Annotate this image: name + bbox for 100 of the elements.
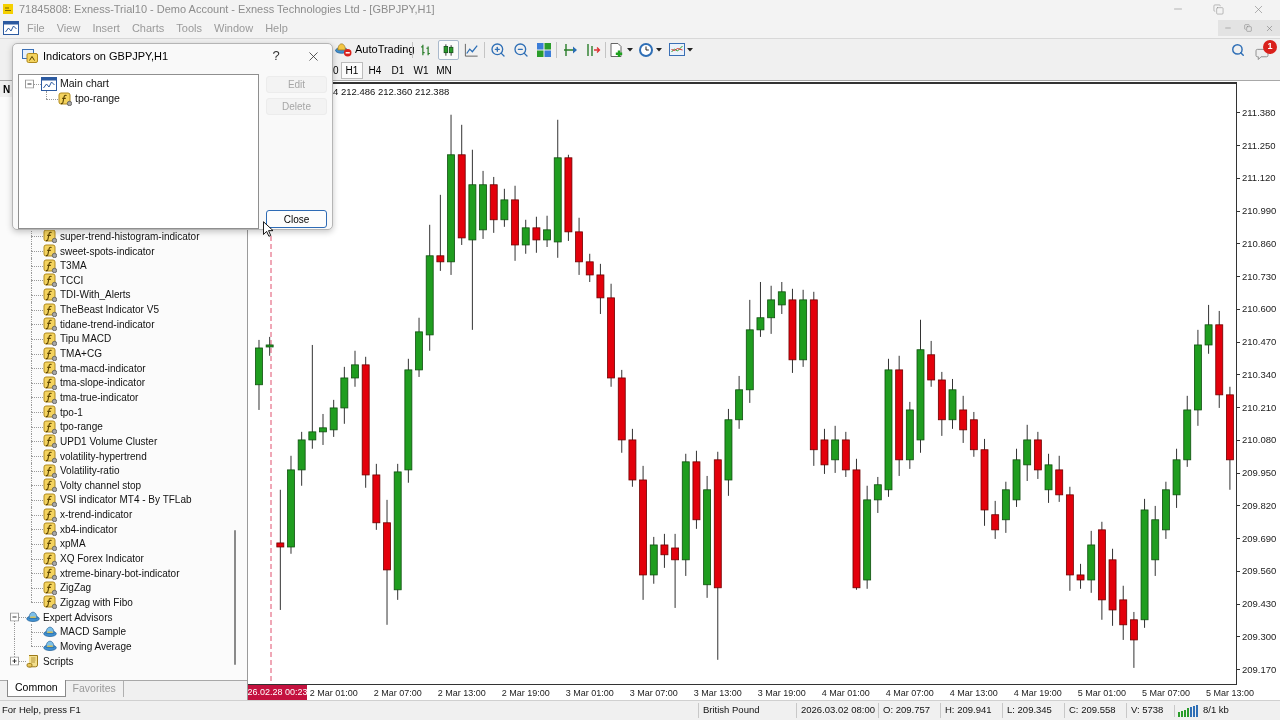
time-label: 4 Mar 19:00: [1012, 687, 1063, 700]
caret-icon[interactable]: [687, 47, 693, 52]
tree-item[interactable]: tpo-1: [60, 404, 83, 420]
time-label: 3 Mar 13:00: [692, 687, 743, 700]
tree-item[interactable]: VSI indicator MT4 - By TFLab: [60, 492, 192, 508]
scrollbar-thumb[interactable]: [234, 530, 236, 665]
tree-item[interactable]: xtreme-binary-bot-indicator: [60, 565, 180, 581]
function-tile-icon: [43, 302, 57, 317]
tree-item[interactable]: Moving Average: [60, 638, 132, 654]
tree-item[interactable]: MACD Sample: [60, 624, 127, 640]
tree-item[interactable]: tpo-range: [60, 419, 103, 435]
tree-item[interactable]: ZigZag: [60, 580, 92, 596]
rising-candle: [351, 350, 359, 388]
document-plus-icon[interactable]: [609, 41, 625, 58]
chart-window-icon: [3, 21, 19, 35]
collapse-box-icon[interactable]: [10, 612, 19, 622]
rising-candle: [1001, 481, 1010, 534]
tree-item[interactable]: volatility-hypertrend: [60, 448, 147, 464]
caret-icon[interactable]: [627, 47, 633, 52]
tree-item[interactable]: T3MA: [60, 258, 87, 274]
close-price: C: 209.558: [1064, 703, 1126, 718]
tree-item[interactable]: tpo-range: [75, 90, 120, 107]
tree-item[interactable]: TCCI: [60, 272, 84, 288]
time-label: 5 Mar 13:00: [1204, 687, 1255, 700]
tree-item[interactable]: tidane-trend-indicator: [60, 316, 155, 332]
collapse-box-icon[interactable]: [25, 79, 34, 88]
falling-candle: [969, 411, 978, 458]
rising-candle: [831, 425, 840, 474]
function-tile-icon: [43, 566, 57, 581]
falling-candle: [1033, 431, 1042, 480]
function-tile-icon: [43, 492, 57, 507]
falling-candle: [1119, 585, 1128, 641]
function-tile-icon: [58, 91, 72, 106]
tree-item[interactable]: Expert Advisors: [43, 609, 113, 625]
falling-candle: [959, 395, 968, 444]
price-label: 210.340: [1242, 367, 1277, 382]
period-button[interactable]: D1: [387, 61, 409, 79]
tree-item[interactable]: tma-slope-indicator: [60, 375, 146, 391]
tree-item[interactable]: Zigzag with Fibo: [60, 594, 133, 610]
falling-candle: [596, 263, 605, 315]
zoom-out-icon[interactable]: [512, 41, 529, 58]
price-label: 210.860: [1242, 236, 1277, 251]
window-chart-icon[interactable]: [669, 41, 685, 58]
function-tile-icon: [43, 244, 57, 259]
falling-candle: [628, 428, 637, 488]
traffic-rate: 8/1 kb: [1202, 703, 1229, 718]
tree-item[interactable]: Volty channel stop: [60, 477, 142, 493]
tree-item[interactable]: x-trend-indicator: [60, 507, 133, 523]
falling-candle: [532, 216, 541, 254]
price-label: 209.430: [1242, 597, 1277, 611]
rising-candle: [1023, 424, 1032, 482]
function-tile-icon: [43, 580, 57, 595]
period-button[interactable]: W1: [410, 61, 432, 79]
scroll-icon: [26, 654, 40, 668]
tree-item[interactable]: Main chart: [60, 75, 110, 92]
dialog-button[interactable]: Close: [266, 210, 327, 228]
panel-tab[interactable]: Common: [7, 680, 66, 697]
period-button[interactable]: H1: [341, 61, 363, 79]
notification-badge: 1: [1263, 39, 1277, 54]
time-label: 3 Mar 07:00: [628, 687, 679, 700]
rising-candle: [415, 317, 423, 378]
help-button[interactable]: ?: [264, 46, 288, 66]
falling-candle: [660, 533, 669, 569]
period-button[interactable]: H4: [364, 61, 386, 79]
function-tile-icon: [43, 346, 57, 361]
rising-candle: [521, 219, 530, 255]
tree-item[interactable]: Tipu MACD: [60, 331, 112, 347]
volume: V: 5738: [1126, 703, 1174, 718]
tree-item[interactable]: super-trend-histogram-indicator: [60, 228, 200, 244]
tree-item[interactable]: TDI-With_Alerts: [60, 287, 131, 303]
tree-item[interactable]: xb4-indicator: [60, 521, 118, 537]
time-label: 5 Mar 01:00: [1076, 687, 1127, 700]
tree-item[interactable]: Scripts: [43, 653, 74, 669]
period-button[interactable]: 0: [332, 61, 340, 79]
function-tile-icon: [43, 287, 57, 302]
tree-item[interactable]: Volatility-ratio: [60, 463, 120, 479]
tree-item[interactable]: XQ Forex Indicator: [60, 551, 144, 566]
period-button[interactable]: MN: [433, 61, 455, 79]
clock-icon[interactable]: [638, 41, 654, 58]
price-label: 209.690: [1242, 531, 1277, 546]
function-tile-icon: [43, 361, 57, 376]
bar-arrow-right-icon[interactable]: [561, 41, 578, 58]
tree-item[interactable]: TheBeast Indicator V5: [60, 302, 159, 318]
expand-box-icon[interactable]: [10, 656, 19, 666]
function-tile-icon: [43, 331, 57, 346]
caret-icon[interactable]: [656, 47, 662, 52]
tree-item[interactable]: TMA+CG: [60, 346, 102, 362]
time-label: 5 Mar 07:00: [1140, 687, 1191, 700]
tree-item[interactable]: tma-true-indicator: [60, 389, 139, 405]
tree-item[interactable]: UPD1 Volume Cluster: [60, 433, 158, 449]
price-label: 210.210: [1242, 400, 1277, 415]
bars-arrow-icon[interactable]: [584, 41, 601, 58]
search-icon[interactable]: [1231, 42, 1245, 57]
tree-item[interactable]: tma-macd-indicator: [60, 360, 146, 376]
price-label: 210.080: [1242, 433, 1277, 448]
candlesticks-icon[interactable]: [438, 39, 459, 60]
grid-tiles-icon[interactable]: [535, 41, 552, 58]
zoom-in-icon[interactable]: [489, 41, 506, 58]
tree-item[interactable]: sweet-spots-indicator: [60, 243, 155, 259]
tree-item[interactable]: xpMA: [60, 536, 86, 552]
